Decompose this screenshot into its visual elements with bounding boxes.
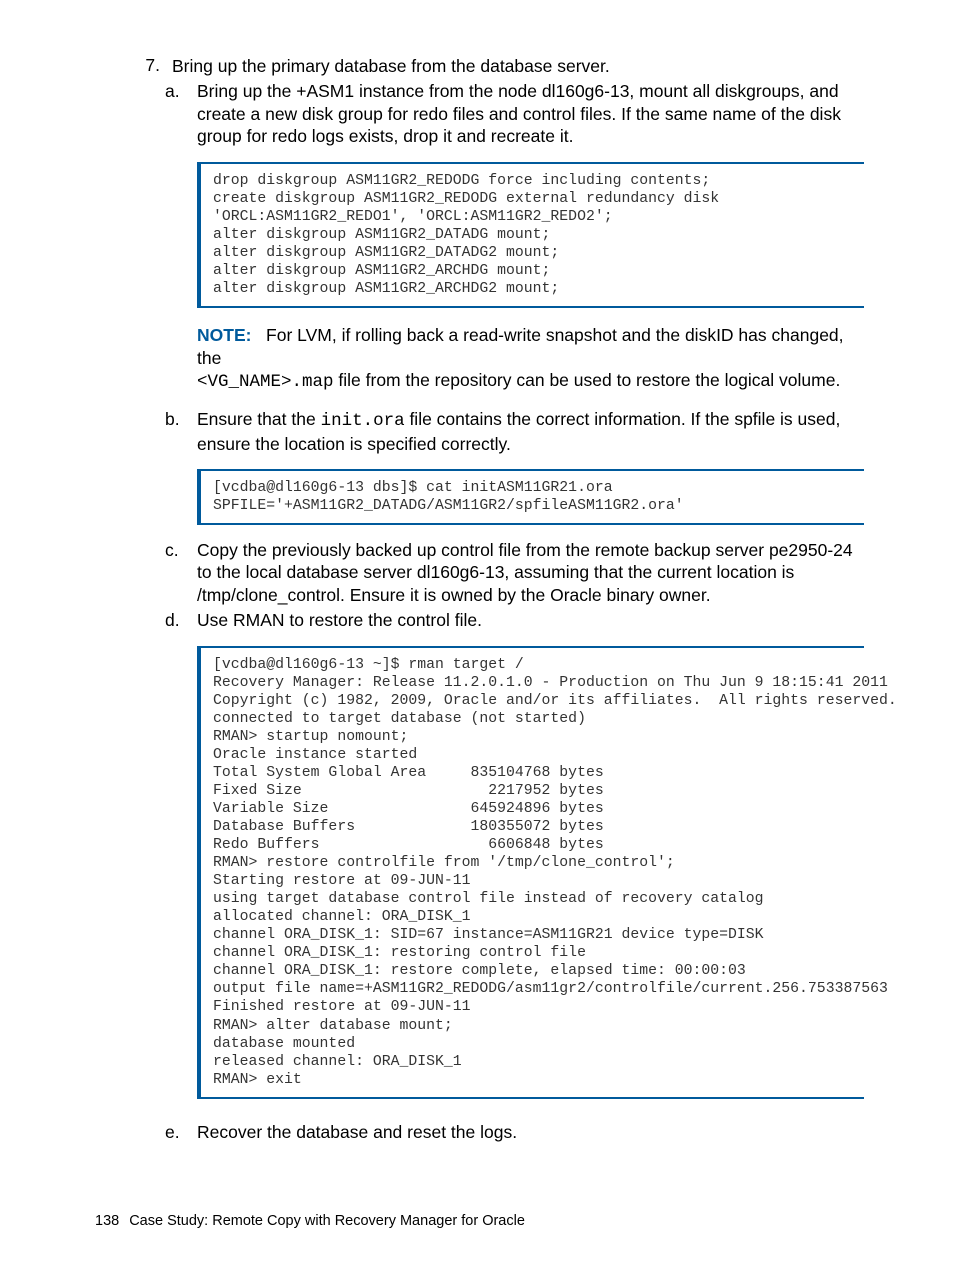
substep-d: d. Use RMAN to restore the control file. [165, 609, 864, 631]
substep-letter: c. [165, 539, 197, 606]
substep-b: b. Ensure that the init.ora file contain… [165, 408, 864, 455]
b-mono: init.ora [321, 411, 405, 431]
substep-text: Recover the database and reset the logs. [197, 1121, 864, 1143]
note-text-2: file from the repository can be used to … [334, 370, 841, 390]
page-footer: 138 Case Study: Remote Copy with Recovery… [95, 1213, 525, 1229]
substep-letter: b. [165, 408, 197, 455]
b-text-1: Ensure that the [197, 409, 321, 429]
substep-text: Copy the previously backed up control fi… [197, 539, 864, 606]
note-mono: <VG_NAME>.map [197, 372, 334, 392]
step-7: 7. Bring up the primary database from th… [125, 55, 864, 77]
code-block-b: [vcdba@dl160g6-13 dbs]$ cat initASM11GR2… [197, 469, 864, 525]
page-number: 138 [95, 1213, 119, 1229]
note-label: NOTE: [197, 325, 251, 345]
note-text-1: For LVM, if rolling back a read-write sn… [197, 325, 844, 368]
substep-letter: e. [165, 1121, 197, 1143]
document-page: 7. Bring up the primary database from th… [0, 0, 954, 1271]
step-text: Bring up the primary database from the d… [172, 55, 864, 77]
code-block-d: [vcdba@dl160g6-13 ~]$ rman target / Reco… [197, 646, 864, 1099]
code-block-a: drop diskgroup ASM11GR2_REDODG force inc… [197, 162, 864, 308]
substep-letter: d. [165, 609, 197, 631]
substep-a: a. Bring up the +ASM1 instance from the … [165, 80, 864, 147]
substep-text: Ensure that the init.ora file contains t… [197, 408, 864, 455]
chapter-title: Case Study: Remote Copy with Recovery Ma… [129, 1213, 525, 1229]
note-block: NOTE: For LVM, if rolling back a read-wr… [197, 324, 864, 394]
substep-c: c. Copy the previously backed up control… [165, 539, 864, 606]
substep-letter: a. [165, 80, 197, 147]
step-number: 7. [125, 55, 172, 77]
substep-text: Use RMAN to restore the control file. [197, 609, 864, 631]
substep-e: e. Recover the database and reset the lo… [165, 1121, 864, 1143]
substep-text: Bring up the +ASM1 instance from the nod… [197, 80, 864, 147]
